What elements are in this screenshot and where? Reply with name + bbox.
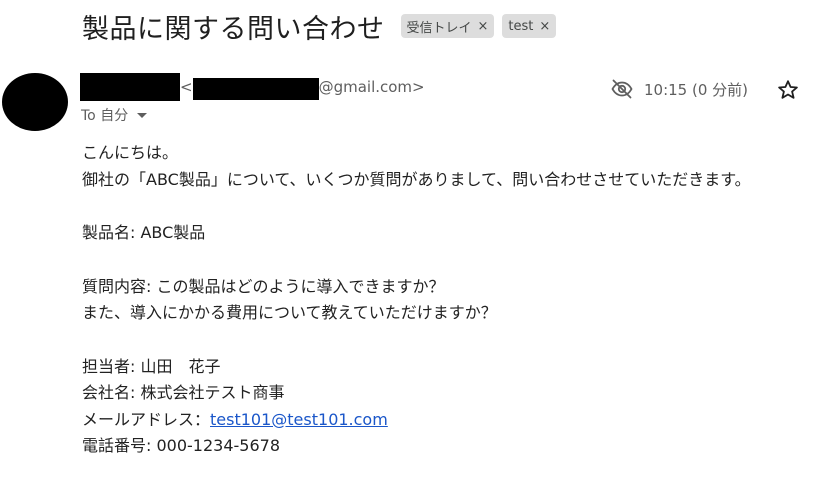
label-chip-test-text: test (508, 18, 534, 34)
email-subject: 製品に関する問い合わせ (82, 13, 385, 45)
message-time: 10:15 (0 分前) (644, 80, 749, 99)
star-outline-icon[interactable] (776, 78, 800, 102)
message-meta: 10:15 (0 分前) (610, 76, 748, 102)
sender-name-redacted[interactable] (80, 73, 180, 101)
body-line: 電話番号: 000-1234-5678 (82, 436, 281, 455)
body-line: こんにちは。 (82, 143, 179, 162)
body-line: 御社の「ABC製品」について、いくつか質問がありまして、問い合わせさせていただき… (82, 169, 751, 189)
sender-row: < @gmail.com> (80, 72, 425, 102)
label-chip-test[interactable]: test × (502, 14, 557, 38)
body-line: 質問内容: この製品はどのように導入できますか？ (82, 276, 445, 296)
sender-email-domain: @gmail.com> (318, 78, 425, 96)
body-line: 会社名: 株式会社テスト商事 (82, 383, 285, 402)
remove-label-test-icon[interactable]: × (539, 19, 550, 34)
label-chip-inbox[interactable]: 受信トレイ × (400, 14, 495, 38)
sender-email-open-bracket: < (180, 78, 193, 96)
sender-avatar[interactable] (2, 73, 68, 131)
sender-email-redacted (192, 78, 319, 100)
caret-down-icon[interactable] (137, 112, 148, 118)
recipient-label: To 自分 (81, 108, 129, 124)
recipient-details-toggle[interactable]: To 自分 (81, 104, 148, 126)
label-chip-inbox-text: 受信トレイ (406, 20, 472, 36)
body-line: 担当者: 山田 花子 (82, 356, 221, 376)
body-line: また、導入にかかる費用について教えていただけますか？ (82, 303, 497, 322)
email-address-link[interactable]: test101@test101.com (210, 410, 388, 429)
eye-off-icon[interactable] (610, 77, 634, 101)
remove-label-inbox-icon[interactable]: × (478, 19, 489, 34)
body-line: 製品名: ABC製品 (82, 223, 206, 242)
message-body: こんにちは。 御社の「ABC製品」について、いくつか質問がありまして、問い合わせ… (82, 140, 827, 460)
body-line-email: メールアドレス：test101@test101.com (82, 407, 827, 434)
email-address-label: メールアドレス： (82, 409, 211, 429)
subject-row: 製品に関する問い合わせ 受信トレイ × test × (82, 6, 557, 46)
